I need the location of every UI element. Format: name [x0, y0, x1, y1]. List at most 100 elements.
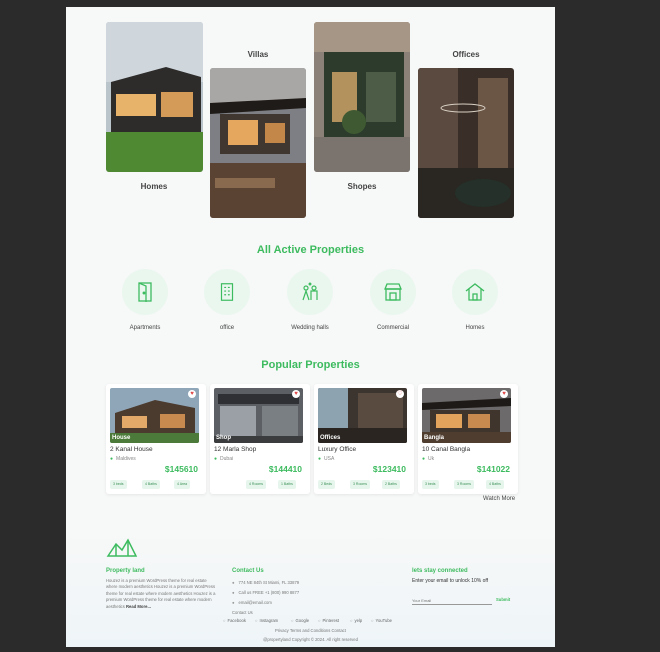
social-label: yelp — [354, 618, 363, 623]
homes-image — [106, 22, 203, 172]
property-tag: Bangla — [424, 435, 445, 441]
type-circle — [452, 269, 498, 315]
location-text: USA — [324, 456, 335, 462]
social-youtube[interactable]: ○ YouTube — [371, 618, 392, 623]
brand-logo-icon — [106, 538, 138, 557]
section-title-active: All Active Properties — [256, 244, 365, 256]
phone-icon: ● — [232, 590, 235, 595]
property-image: Bangla ♥ — [422, 388, 511, 443]
property-title: 12 Marla Shop — [214, 446, 257, 453]
privacy-links[interactable]: Privacy Terms and Conditions Contact — [66, 628, 555, 633]
property-card[interactable]: Shop ♥ 12 Marla Shop ● Dubai $144410 4 Ro… — [210, 384, 310, 494]
property-title: 2 Kanal House — [110, 446, 153, 453]
type-apartments[interactable]: Apartments — [110, 269, 180, 331]
pin-icon: ● — [422, 456, 426, 462]
location-text: Uk — [428, 456, 435, 462]
property-location: ● USA — [318, 456, 334, 462]
contact-title: Contact Us — [232, 568, 264, 574]
email-text[interactable]: email@email.com — [239, 600, 272, 605]
heart-icon[interactable]: ♥ — [500, 390, 508, 398]
newsletter-email-input[interactable] — [412, 596, 492, 605]
property-price: $123410 — [372, 464, 406, 474]
instagram-icon: ○ — [255, 618, 258, 623]
location-text: Maldives — [116, 456, 136, 462]
type-office[interactable]: office — [192, 269, 262, 331]
feature-badge: 3 Rooms — [454, 480, 475, 489]
mail-icon: ● — [232, 600, 235, 605]
type-commercial[interactable]: Commercial — [358, 269, 428, 331]
type-label: office — [219, 325, 235, 331]
type-label: Apartments — [129, 325, 161, 331]
type-circle — [287, 269, 333, 315]
email-line: ● email@email.com — [232, 600, 272, 605]
property-price: $145610 — [164, 464, 198, 474]
feature-badge: 2 Baths — [382, 480, 400, 489]
property-price: $144410 — [268, 464, 302, 474]
feature-badge: 4 Rooms — [246, 480, 267, 489]
heart-icon[interactable]: ♡ — [396, 390, 404, 398]
shop-icon — [384, 283, 402, 301]
feature-badge: 3 beds — [422, 480, 439, 489]
pin-icon: ● — [214, 456, 218, 462]
social-yelp[interactable]: ○ yelp — [350, 618, 362, 623]
page: Homes Villas Shopes Offices All Active P… — [66, 7, 555, 647]
property-image: House ♥ — [110, 388, 199, 443]
location-text: Dubai — [220, 456, 234, 462]
pin-icon: ● — [232, 580, 235, 585]
about-text: Houzez is a premium WordPress theme for … — [106, 578, 216, 609]
social-facebook[interactable]: ○ Facebook — [223, 618, 246, 623]
type-label: Homes — [465, 325, 485, 331]
category-label: Homes — [140, 182, 168, 191]
property-card[interactable]: Offices ♡ Luxury Office ● USA $123410 2 B… — [314, 384, 414, 494]
google-icon: ○ — [291, 618, 294, 623]
property-tag: House — [112, 435, 131, 441]
pin-icon: ● — [318, 456, 322, 462]
category-label: Villas — [247, 50, 269, 59]
copyright: @propertyland Copyright © 2024. All righ… — [263, 637, 358, 642]
heart-icon[interactable]: ♥ — [292, 390, 300, 398]
villas-image — [210, 68, 306, 218]
heart-icon[interactable]: ♥ — [188, 390, 196, 398]
category-label: Shopes — [347, 182, 377, 191]
pin-icon: ● — [110, 456, 114, 462]
social-instagram[interactable]: ○ Instagram — [255, 618, 278, 623]
property-title: Luxury Office — [318, 446, 357, 453]
youtube-icon: ○ — [371, 618, 374, 623]
brand-about: Houzez is a premium WordPress theme for … — [106, 578, 216, 610]
social-label: YouTube — [375, 618, 392, 623]
building-icon — [220, 283, 234, 301]
property-image: Shop ♥ — [214, 388, 303, 443]
property-card[interactable]: House ♥ 2 Kanal House ● Maldives $145610 … — [106, 384, 206, 494]
feature-badge: 4 Baths — [142, 480, 160, 489]
newsletter-title: lets stay connected — [412, 568, 468, 574]
type-circle — [122, 269, 168, 315]
type-wedding-halls[interactable]: Wedding halls — [275, 269, 345, 331]
phone-text: Call us FREE +1 (800) 990 8877 — [238, 590, 300, 595]
contact-link[interactable]: Contact Us — [232, 610, 253, 615]
feature-badge: 1 Baths — [278, 480, 296, 489]
wedding-icon — [302, 282, 318, 301]
feature-badge: 4 Baths — [486, 480, 504, 489]
read-more-link[interactable]: Read More... — [126, 604, 151, 609]
type-label: Commercial — [376, 325, 409, 331]
watch-more-link[interactable]: Watch More — [483, 496, 515, 502]
door-icon — [138, 282, 152, 302]
property-card[interactable]: Bangla ♥ 10 Canal Bangla ● Uk $141022 3 b… — [418, 384, 518, 494]
property-tag: Offices — [320, 435, 341, 441]
submit-button[interactable]: Submit — [496, 597, 510, 602]
social-google[interactable]: ○ Google — [291, 618, 309, 623]
feature-badge: 2 Beds — [318, 480, 335, 489]
type-label: Wedding halls — [291, 325, 329, 331]
property-location: ● Uk — [422, 456, 434, 462]
feature-badge: 3 Rooms — [350, 480, 371, 489]
offices-image — [418, 68, 514, 218]
pinterest-icon: ○ — [318, 618, 321, 623]
property-location: ● Dubai — [214, 456, 233, 462]
section-title-popular: Popular Properties — [261, 359, 360, 371]
yelp-icon: ○ — [350, 618, 353, 623]
social-pinterest[interactable]: ○ Pinterest — [318, 618, 339, 623]
newsletter-text: Enter your email to unlock 10% off — [412, 578, 489, 584]
type-homes[interactable]: Homes — [440, 269, 510, 331]
property-image: Offices ♡ — [318, 388, 407, 443]
address-line: ● 774 NE 84th St Miami, FL 33879 — [232, 580, 299, 585]
